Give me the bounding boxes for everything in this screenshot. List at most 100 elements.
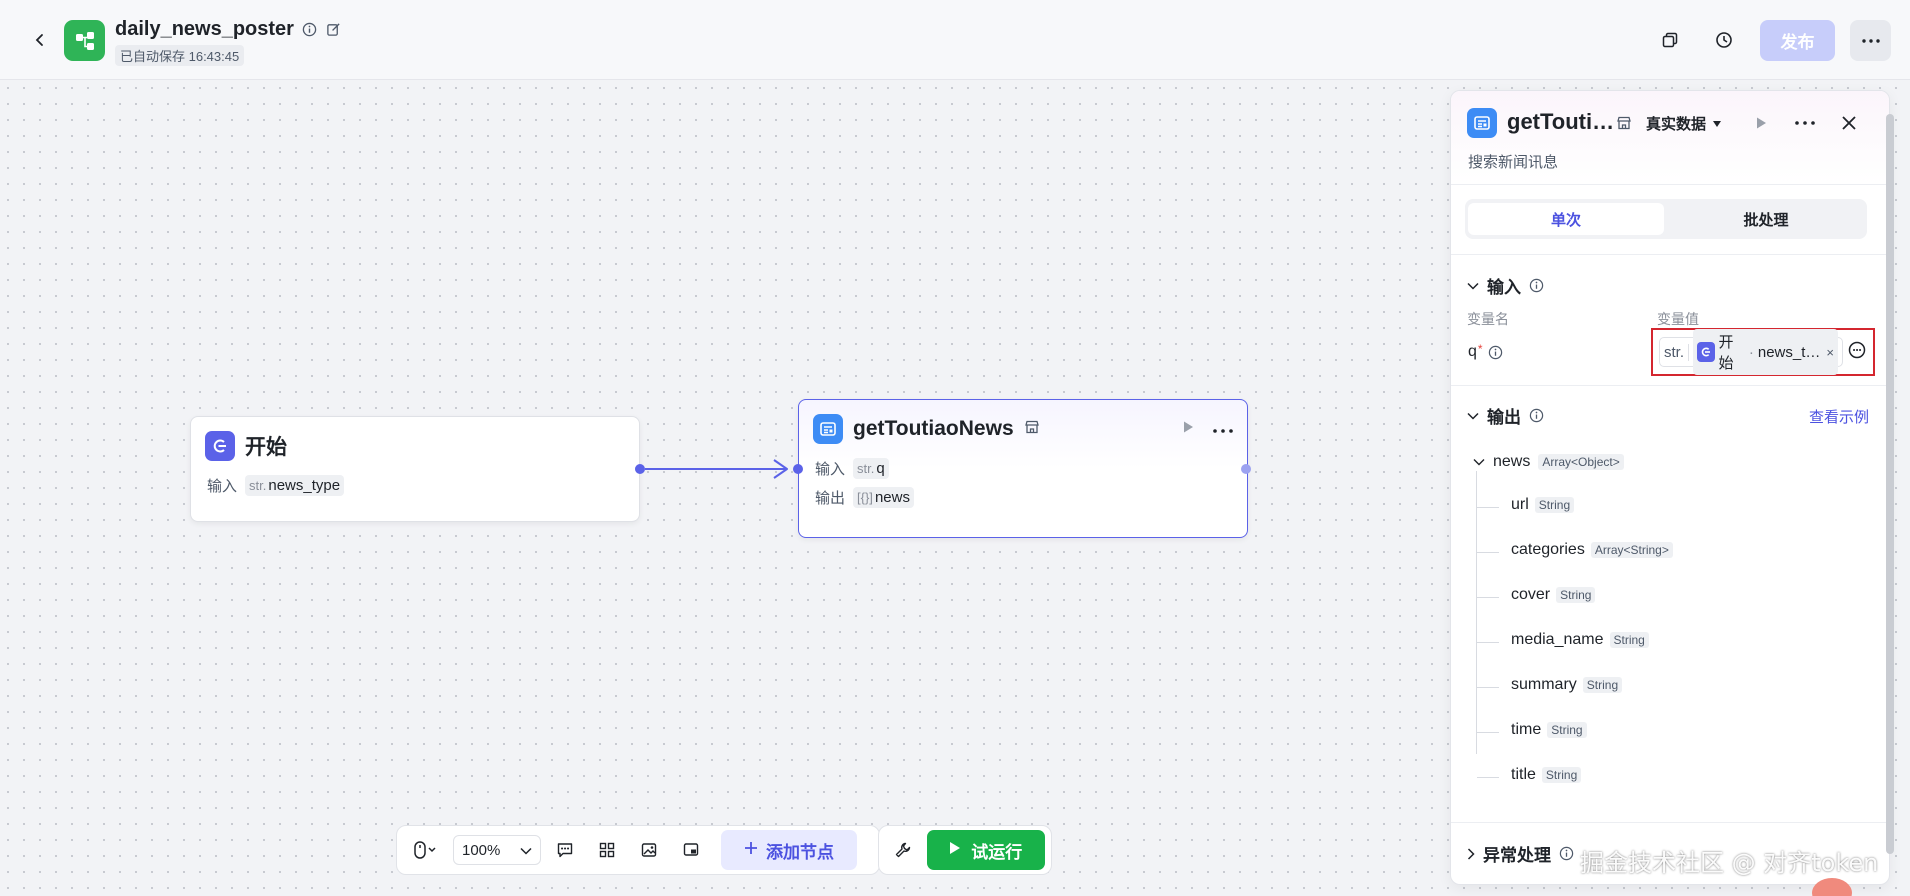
- info-icon[interactable]: [302, 22, 318, 38]
- output-type: [{}]: [857, 490, 873, 505]
- comment-icon[interactable]: [547, 832, 583, 868]
- divider: [1451, 385, 1889, 386]
- image-icon[interactable]: [631, 832, 667, 868]
- minimap-icon[interactable]: [673, 832, 709, 868]
- start-node[interactable]: 开始 输入 str. news_type: [190, 416, 640, 522]
- field-name: title: [1511, 766, 1536, 783]
- start-node-icon: [205, 431, 235, 461]
- play-icon: [949, 840, 961, 860]
- field-type: String: [1547, 722, 1587, 738]
- publish-button[interactable]: 发布: [1760, 20, 1835, 61]
- tree-branch: [1477, 507, 1499, 508]
- top-header: daily_news_poster 已自动保存 16:43:45 发布: [0, 0, 1910, 80]
- input-section-toggle[interactable]: 输入: [1467, 273, 1544, 298]
- add-node-label: 添加节点: [766, 842, 834, 862]
- chevron-down-icon: [520, 842, 532, 859]
- node-play-icon[interactable]: [1181, 420, 1195, 439]
- param-name: news_type: [268, 477, 341, 494]
- edit-icon[interactable]: [326, 22, 342, 38]
- caret-down-icon: [1712, 115, 1722, 132]
- param-tag: str. news_type: [245, 475, 345, 496]
- app-title: daily_news_poster: [115, 18, 294, 40]
- field-name: cover: [1511, 586, 1551, 603]
- view-example-link[interactable]: 查看示例: [1809, 406, 1869, 427]
- field-type: String: [1556, 587, 1596, 603]
- field-type: String: [1582, 677, 1623, 693]
- field-type: String: [1609, 632, 1649, 648]
- output-tree-root[interactable]: news Array<Object>: [1473, 453, 1624, 471]
- data-mode-label: 真实数据: [1646, 116, 1707, 133]
- history-icon[interactable]: [1708, 24, 1740, 56]
- start-node-title: 开始: [245, 436, 287, 459]
- info-icon[interactable]: [1529, 408, 1544, 423]
- output-root-name: news: [1493, 453, 1531, 470]
- close-icon[interactable]: [1835, 109, 1863, 137]
- var-reference-input[interactable]: str. 开始 · news_t… ×: [1659, 329, 1843, 375]
- copy-icon[interactable]: [1654, 24, 1686, 56]
- chevron-down-icon: [1473, 459, 1485, 466]
- news-node-input-label: 输入: [815, 461, 846, 478]
- zoom-select[interactable]: 100%: [453, 835, 541, 865]
- panel-scrollbar[interactable]: [1886, 114, 1894, 854]
- variable-picker-icon[interactable]: [1847, 340, 1867, 365]
- plugin-node-gettoutiaonews[interactable]: getToutiaoNews 输入 str. q 输出 [{}] news: [798, 399, 1248, 538]
- field-type: String: [1541, 767, 1582, 783]
- node-detail-panel: getTouti… 真实数据 搜索新闻讯息 单次 批处理 输入 变量名 变量值: [1450, 90, 1890, 885]
- app-logo-icon: [64, 20, 105, 61]
- panel-more-icon[interactable]: [1791, 109, 1819, 137]
- field-name: url: [1511, 496, 1529, 513]
- tab-single[interactable]: 单次: [1468, 203, 1664, 235]
- info-icon[interactable]: [1488, 345, 1503, 360]
- add-node-button[interactable]: 添加节点: [721, 830, 857, 870]
- input-tag: str. q: [853, 458, 889, 479]
- field-name: summary: [1511, 676, 1577, 693]
- panel-description: 搜索新闻讯息: [1468, 154, 1559, 171]
- watermark: 掘金技术社区 @ 对齐token: [1580, 849, 1879, 877]
- grid-icon[interactable]: [589, 832, 625, 868]
- news-input-port[interactable]: [793, 464, 803, 474]
- param-type: str.: [249, 478, 267, 493]
- field-type: Array<String>: [1590, 542, 1673, 558]
- news-node-output-label: 输出: [815, 490, 846, 507]
- field-type: String: [1534, 497, 1575, 513]
- test-run-button[interactable]: 试运行: [926, 830, 1045, 870]
- ref-node-name: 开始: [1718, 334, 1734, 372]
- tab-batch[interactable]: 批处理: [1668, 203, 1864, 235]
- tree-branch: [1477, 597, 1499, 598]
- info-icon[interactable]: [1529, 278, 1544, 293]
- output-field: summary String: [1511, 676, 1623, 694]
- var-type: str.: [1664, 343, 1690, 361]
- node-more-icon[interactable]: [1213, 420, 1233, 438]
- output-tag: [{}] news: [853, 487, 914, 508]
- start-output-port[interactable]: [635, 464, 645, 474]
- var-reference-chip: 开始 · news_t… ×: [1693, 329, 1838, 375]
- field-name: media_name: [1511, 631, 1604, 648]
- wrench-icon[interactable]: [885, 832, 921, 868]
- store-icon: [1024, 419, 1040, 440]
- mouse-icon[interactable]: [403, 832, 447, 868]
- zoom-value: 100%: [462, 841, 501, 859]
- clear-icon[interactable]: ×: [1826, 345, 1834, 360]
- data-mode-dropdown[interactable]: 真实数据: [1646, 113, 1722, 134]
- news-output-port[interactable]: [1241, 464, 1251, 474]
- field-name: time: [1511, 721, 1542, 738]
- back-icon[interactable]: [28, 28, 52, 52]
- more-icon[interactable]: [1850, 20, 1891, 61]
- exception-section-toggle[interactable]: 异常处理: [1467, 841, 1574, 866]
- tree-branch: [1477, 642, 1499, 643]
- output-root-type: Array<Object>: [1538, 454, 1624, 470]
- run-toolbar: 试运行: [878, 825, 1052, 875]
- panel-header: getTouti… 真实数据 搜索新闻讯息: [1451, 91, 1889, 185]
- plus-icon: [744, 840, 758, 860]
- tree-branch: [1477, 687, 1499, 688]
- chevron-down-icon: [1467, 412, 1479, 420]
- output-section-title: 输出: [1487, 408, 1521, 427]
- input-section-title: 输入: [1487, 278, 1521, 297]
- news-node-title: getToutiaoNews: [853, 417, 1014, 440]
- tree-branch: [1477, 777, 1499, 778]
- info-icon[interactable]: [1559, 846, 1574, 861]
- var-value-field[interactable]: str. 开始 · news_t… ×: [1651, 328, 1875, 376]
- tree-branch: [1477, 732, 1499, 733]
- output-section-toggle[interactable]: 输出: [1467, 403, 1544, 428]
- panel-play-icon[interactable]: [1747, 109, 1775, 137]
